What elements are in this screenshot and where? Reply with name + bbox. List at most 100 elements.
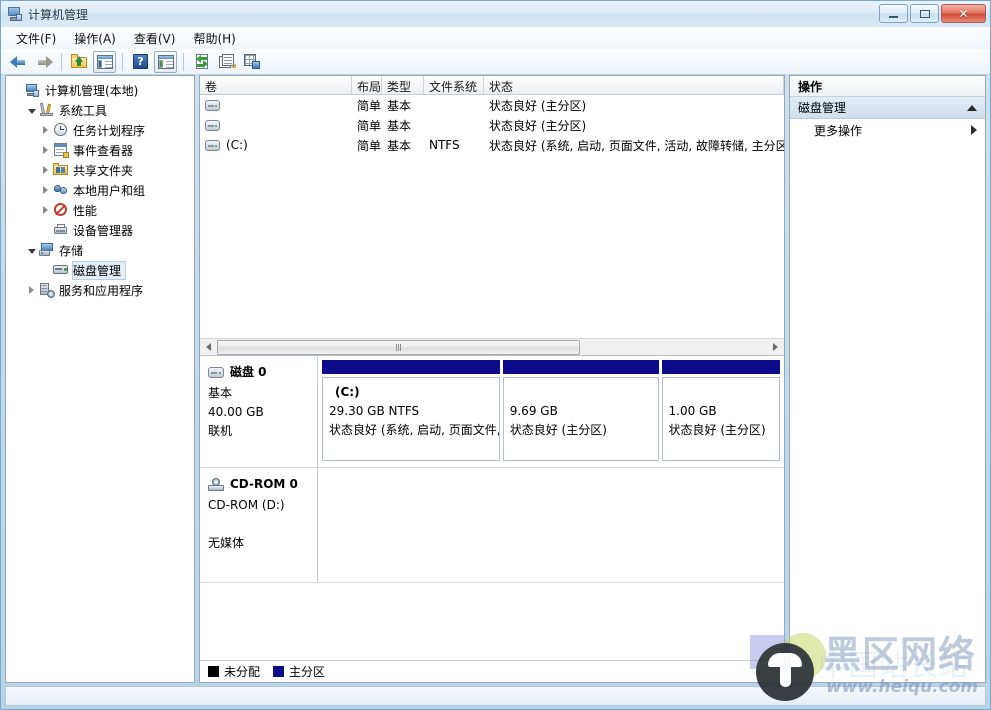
refresh-icon — [194, 54, 210, 69]
properties-button[interactable] — [215, 51, 238, 73]
tree-twisty-collapsed-icon[interactable] — [38, 200, 53, 220]
hscroll-left-button[interactable] — [200, 340, 217, 355]
partition[interactable]: 9.69 GB 状态良好 (主分区) — [502, 360, 659, 461]
chevron-up-icon[interactable] — [967, 104, 977, 111]
help-button[interactable]: ? — [129, 51, 152, 73]
window-title: 计算机管理 — [28, 7, 89, 22]
action-more-actions[interactable]: 更多操作 — [790, 119, 985, 141]
grip-icon — [395, 343, 402, 351]
minimize-button[interactable] — [879, 4, 908, 23]
back-button[interactable] — [7, 51, 30, 73]
tree-item-4[interactable]: 共享文件夹 — [10, 160, 194, 180]
menu-view[interactable]: 查看(V) — [125, 27, 185, 50]
title-bar[interactable]: 计算机管理 ✕ — [1, 1, 990, 27]
partition[interactable]: 1.00 GB 状态良好 (主分区) — [661, 360, 780, 461]
column-header-4[interactable]: 状态 — [484, 76, 784, 94]
help-icon: ? — [133, 54, 148, 69]
hscroll-right-button[interactable] — [767, 340, 784, 355]
window-controls: ✕ — [879, 4, 986, 23]
tree-item-7[interactable]: 设备管理器 — [10, 220, 194, 240]
column-header-3[interactable]: 文件系统 — [424, 76, 484, 94]
tree-twisty-expanded-icon[interactable] — [24, 240, 39, 260]
menu-action[interactable]: 操作(A) — [65, 27, 125, 50]
volume-cell-status: 状态良好 (主分区) — [489, 98, 587, 113]
menu-help[interactable]: 帮助(H) — [184, 27, 244, 50]
tree-twisty-collapsed-icon[interactable] — [38, 120, 53, 140]
tree-item-2[interactable]: 任务计划程序 — [10, 120, 194, 140]
tree-item-9[interactable]: 磁盘管理 — [10, 260, 194, 280]
volume-list[interactable]: 卷布局 类型 文件系统 状态 简单 基本 状态良好 (主分区) 简单 基本 状态良好 (主分区)… — [200, 76, 784, 356]
disk-name-label: 磁盘 0 — [230, 365, 267, 379]
tree-item-10[interactable]: 服务和应用程序 — [10, 280, 194, 300]
forward-button[interactable] — [32, 51, 55, 73]
empty-media-area[interactable] — [322, 472, 780, 576]
legend-label: 未分配 — [224, 665, 261, 679]
rescan-disks-icon — [243, 54, 260, 69]
tree-item-label: 磁盘管理 — [71, 260, 127, 280]
show-console-tree-button[interactable] — [93, 50, 116, 73]
storage-icon — [39, 242, 55, 258]
tree-item-label: 共享文件夹 — [73, 163, 134, 178]
volume-cell-type: 基本 — [387, 138, 412, 153]
actions-group-header[interactable]: 磁盘管理 — [790, 97, 985, 119]
tree-item-1[interactable]: 系统工具 — [10, 100, 194, 120]
up-one-level-button[interactable] — [68, 51, 91, 73]
disk-partitions: (C:) 29.30 GB NTFS 状态良好 (系统, 启动, 页面文件, 9.6… — [318, 356, 784, 467]
volume-row[interactable]: (C:) 简单 基本 NTFS 状态良好 (系统, 启动, 页面文件, 活动, 故障转储… — [200, 135, 784, 155]
volume-cell-volume: (C:) — [200, 138, 352, 152]
legend-swatch — [208, 666, 219, 677]
computer-management-window: 计算机管理 ✕ 文件(F) 操作(A) 查看(V) 帮助(H) ? 计算机管理(… — [0, 0, 991, 710]
disk-row[interactable]: CD-ROM 0 CD-ROM (D:) 无媒体 — [200, 468, 784, 583]
volume-cell-layout: 简单 — [357, 118, 382, 133]
up-folder-icon — [71, 54, 88, 69]
volume-row[interactable]: 简单 基本 状态良好 (主分区) — [200, 95, 784, 115]
show-action-pane-button[interactable] — [154, 50, 177, 73]
hscroll-thumb[interactable] — [217, 339, 580, 355]
partition-details: 9.69 GB 状态良好 (主分区) — [502, 377, 659, 461]
disk-name-label: CD-ROM 0 — [230, 477, 298, 491]
disk-info-panel[interactable]: CD-ROM 0 CD-ROM (D:) 无媒体 — [200, 468, 318, 582]
chevron-right-icon — [971, 125, 977, 135]
tree-twisty-collapsed-icon[interactable] — [38, 140, 53, 160]
disk-management-icon — [53, 262, 69, 278]
local-users-icon — [53, 182, 69, 198]
tree-item-0[interactable]: 计算机管理(本地) — [10, 80, 194, 100]
tree-item-6[interactable]: 性能 — [10, 200, 194, 220]
partition-color-bar — [322, 360, 500, 374]
tree-twisty-collapsed-icon[interactable] — [38, 180, 53, 200]
main-content: 计算机管理(本地) 系统工具 任务计划程序 事件查看器共享文件夹本地用户和组 性能 设备管… — [1, 75, 990, 683]
disk-info-panel[interactable]: 磁盘 0 基本 40.00 GB 联机 — [200, 356, 318, 467]
tree-item-8[interactable]: 存储 — [10, 240, 194, 260]
hscroll-track[interactable] — [217, 339, 767, 355]
device-manager-icon — [53, 222, 69, 238]
maximize-button[interactable] — [910, 4, 939, 23]
refresh-button[interactable] — [190, 51, 213, 73]
menu-file[interactable]: 文件(F) — [7, 27, 65, 50]
console-tree-pane[interactable]: 计算机管理(本地) 系统工具 任务计划程序 事件查看器共享文件夹本地用户和组 性能 设备管… — [5, 75, 195, 683]
tree-twisty-expanded-icon[interactable] — [24, 100, 39, 120]
close-icon: ✕ — [958, 6, 969, 21]
tree-item-5[interactable]: 本地用户和组 — [10, 180, 194, 200]
tree-item-label: 服务和应用程序 — [59, 283, 144, 298]
tree-twisty-collapsed-icon[interactable] — [24, 280, 39, 300]
volume-row[interactable]: 简单 基本 状态良好 (主分区) — [200, 115, 784, 135]
volume-list-hscrollbar[interactable] — [200, 338, 784, 355]
partition[interactable]: (C:) 29.30 GB NTFS 状态良好 (系统, 启动, 页面文件, — [322, 360, 500, 461]
rescan-disks-button[interactable] — [240, 51, 263, 73]
partition-details: (C:) 29.30 GB NTFS 状态良好 (系统, 启动, 页面文件, — [322, 377, 500, 461]
graphical-disk-view[interactable]: 磁盘 0 基本 40.00 GB 联机 (C:) 29.30 GB NTFS 状态良好 (系… — [200, 356, 784, 660]
column-header-1[interactable]: 布局 — [352, 76, 382, 94]
close-button[interactable]: ✕ — [941, 4, 986, 23]
tree-item-3[interactable]: 事件查看器 — [10, 140, 194, 160]
tree-twisty-collapsed-icon[interactable] — [38, 160, 53, 180]
forward-arrow-icon — [35, 55, 53, 69]
column-header-0[interactable]: 卷 — [200, 76, 352, 94]
event-viewer-icon — [53, 142, 69, 158]
volume-list-body[interactable]: 简单 基本 状态良好 (主分区) 简单 基本 状态良好 (主分区) (C:) 简单 基本 NTFS… — [200, 95, 784, 338]
toolbar-separator-2 — [122, 52, 123, 71]
disk-row[interactable]: 磁盘 0 基本 40.00 GB 联机 (C:) 29.30 GB NTFS 状态良好 (系… — [200, 356, 784, 468]
column-header-2[interactable]: 类型 — [382, 76, 424, 94]
volume-cell-layout: 简单 — [357, 98, 382, 113]
volume-cell-layout: 简单 — [357, 138, 382, 153]
disk-title: 磁盘 0 — [208, 363, 311, 382]
